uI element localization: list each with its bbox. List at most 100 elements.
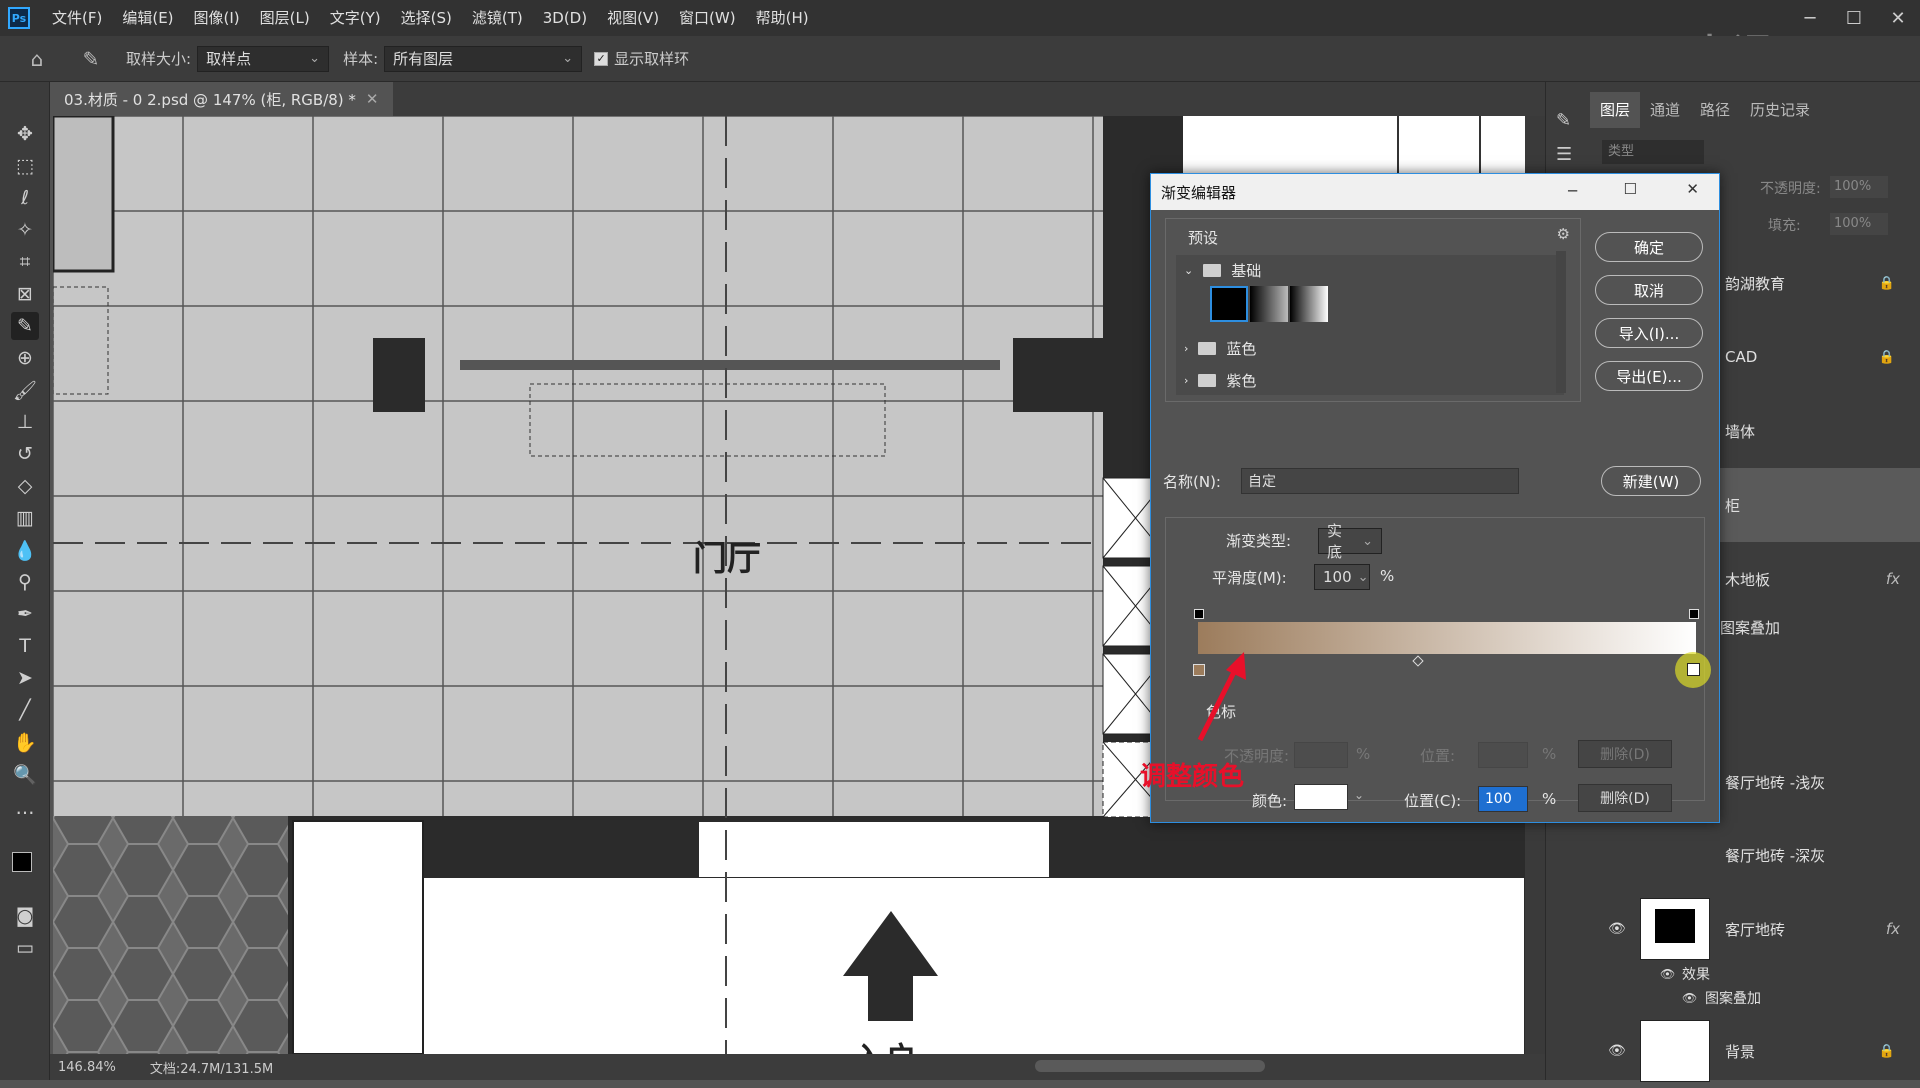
menu-view[interactable]: 视图(V) — [597, 0, 669, 36]
sample-label: 样本: — [343, 50, 379, 68]
preset-folder[interactable]: › 紫色 — [1176, 367, 1256, 393]
horizontal-scroll-thumb[interactable] — [1035, 1060, 1265, 1072]
stop-color-swatch[interactable] — [1294, 784, 1348, 810]
menu-type[interactable]: 文字(Y) — [320, 0, 391, 36]
healing-tool-icon[interactable]: ⊕ — [11, 344, 39, 372]
line-tool-icon[interactable]: ╱ — [11, 696, 39, 724]
room-label-hall: 门厅 — [693, 539, 761, 579]
presets-scrollbar[interactable] — [1556, 251, 1566, 393]
zoom-tool-icon[interactable]: 🔍 — [11, 760, 39, 788]
more-tools-icon[interactable]: … — [11, 794, 39, 822]
delete-opacity-button[interactable]: 删除(D) — [1578, 740, 1672, 768]
layer-row[interactable]: 👁 客厅地砖 fx — [1590, 892, 1920, 966]
layer-filter-select[interactable]: 类型 — [1602, 140, 1704, 164]
menu-filter[interactable]: 滤镜(T) — [462, 0, 533, 36]
eye-icon[interactable]: 👁 — [1682, 991, 1697, 1005]
maximize-icon[interactable]: ☐ — [1624, 180, 1637, 198]
gradient-swatch[interactable] — [1290, 286, 1328, 322]
import-button[interactable]: 导入(I)... — [1595, 318, 1703, 348]
stamp-tool-icon[interactable]: ⊥ — [11, 408, 39, 436]
tab-layers[interactable]: 图层 — [1590, 92, 1641, 128]
menu-file[interactable]: 文件(F) — [42, 0, 112, 36]
sample-select[interactable]: 所有图层 — [384, 45, 583, 72]
tab-paths[interactable]: 路径 — [1690, 92, 1740, 128]
brush-tool-icon[interactable]: 🖌 — [11, 376, 39, 404]
opacity-stop-left[interactable] — [1194, 609, 1204, 619]
home-icon[interactable]: ⌂ — [20, 44, 54, 74]
dodge-tool-icon[interactable]: ⚲ — [11, 568, 39, 596]
move-tool-icon[interactable]: ✥ — [11, 120, 39, 148]
ok-button[interactable]: 确定 — [1595, 232, 1703, 262]
eyedropper-preset-icon[interactable]: ✎ — [74, 44, 108, 74]
close-icon[interactable]: ✕ — [1686, 180, 1699, 198]
layer-row[interactable]: 👁 背景 🔒 — [1590, 1014, 1920, 1088]
tab-history[interactable]: 历史记录 — [1740, 92, 1820, 128]
gradient-type-select[interactable]: 实底 — [1318, 522, 1382, 561]
effects-row[interactable]: 👁 效果 — [1590, 962, 1920, 986]
type-tool-icon[interactable]: T — [11, 632, 39, 660]
gradient-preview-bar[interactable] — [1198, 622, 1696, 654]
preset-folder[interactable]: › 蓝色 — [1176, 333, 1256, 363]
screen-mode-icon[interactable]: ▭ — [11, 934, 39, 962]
gradient-swatch[interactable] — [1250, 286, 1288, 322]
tab-channels[interactable]: 通道 — [1640, 92, 1690, 128]
menu-image[interactable]: 图像(I) — [184, 0, 250, 36]
crop-tool-icon[interactable]: ⌗ — [11, 248, 39, 276]
lasso-tool-icon[interactable]: ℓ — [11, 184, 39, 212]
presets-list[interactable]: ⌄ 基础 › 蓝色 › 紫色 — [1176, 255, 1564, 395]
marquee-tool-icon[interactable]: ⬚ — [11, 152, 39, 180]
eye-icon[interactable]: 👁 — [1608, 921, 1626, 937]
export-button[interactable]: 导出(E)... — [1595, 361, 1703, 391]
show-ring-checkbox[interactable]: ✓ — [594, 51, 609, 66]
document-tab[interactable]: 03.材质 - 0 2.psd @ 147% (柜, RGB/8) * ✕ — [50, 82, 393, 116]
minimize-icon[interactable]: ─ — [1568, 182, 1577, 200]
gradient-swatch-selected[interactable] — [1210, 286, 1248, 322]
fill-field[interactable]: 100% — [1830, 213, 1888, 235]
cancel-button[interactable]: 取消 — [1595, 275, 1703, 305]
midpoint-diamond[interactable] — [1412, 655, 1424, 667]
new-button[interactable]: 新建(W) — [1601, 466, 1701, 496]
stop-location-input[interactable]: 100 — [1478, 786, 1528, 812]
gradient-tool-icon[interactable]: ▥ — [11, 504, 39, 532]
pen-tool-icon[interactable]: ✒ — [11, 600, 39, 628]
path-selection-tool-icon[interactable]: ➤ — [11, 664, 39, 692]
opacity-field[interactable]: 100% — [1830, 176, 1888, 198]
effect-item-row[interactable]: 👁 图案叠加 — [1590, 986, 1920, 1010]
close-tab-icon[interactable]: ✕ — [366, 90, 379, 108]
blur-tool-icon[interactable]: 💧 — [11, 536, 39, 564]
eye-icon[interactable]: 👁 — [1660, 967, 1675, 981]
fx-icon[interactable]: fx — [1886, 920, 1900, 938]
gear-icon[interactable]: ⚙ — [1557, 225, 1570, 243]
close-icon[interactable]: ✕ — [1876, 0, 1920, 36]
fx-icon[interactable]: fx — [1886, 570, 1900, 588]
sample-size-select[interactable]: 取样点 — [197, 45, 330, 72]
smoothness-select[interactable]: 100 — [1314, 564, 1370, 590]
name-input[interactable]: 自定 — [1241, 468, 1519, 494]
foreground-color-swatch[interactable] — [12, 852, 32, 872]
zoom-level[interactable]: 146.84% — [58, 1060, 116, 1075]
eye-icon[interactable]: 👁 — [1608, 1043, 1626, 1059]
percent-sign: % — [1380, 567, 1395, 585]
delete-color-button[interactable]: 删除(D) — [1578, 784, 1672, 812]
menu-window[interactable]: 窗口(W) — [669, 0, 746, 36]
chevron-down-icon[interactable]: ⌄ — [1354, 788, 1364, 802]
history-brush-tool-icon[interactable]: ↺ — [11, 440, 39, 468]
preset-folder[interactable]: ⌄ 基础 — [1176, 255, 1261, 285]
brush-panel-icon[interactable]: ✎ — [1556, 110, 1571, 131]
adjustments-panel-icon[interactable]: ☰ — [1556, 144, 1572, 165]
magic-wand-tool-icon[interactable]: ✧ — [11, 216, 39, 244]
eyedropper-tool-icon[interactable]: ✎ — [11, 312, 39, 340]
maximize-icon[interactable]: ☐ — [1832, 0, 1876, 36]
hand-tool-icon[interactable]: ✋ — [11, 728, 39, 756]
menu-select[interactable]: 选择(S) — [391, 0, 462, 36]
color-stop-right-selected[interactable] — [1687, 663, 1700, 676]
menu-layer[interactable]: 图层(L) — [250, 0, 320, 36]
layer-row[interactable]: 餐厅地砖 -深灰 — [1590, 820, 1920, 890]
quick-mask-icon[interactable]: ◙ — [11, 902, 39, 930]
menu-help[interactable]: 帮助(H) — [746, 0, 819, 36]
eraser-tool-icon[interactable]: ◇ — [11, 472, 39, 500]
opacity-stop-right[interactable] — [1689, 609, 1699, 619]
menu-3d[interactable]: 3D(D) — [533, 0, 597, 36]
frame-tool-icon[interactable]: ⊠ — [11, 280, 39, 308]
menu-edit[interactable]: 编辑(E) — [112, 0, 183, 36]
